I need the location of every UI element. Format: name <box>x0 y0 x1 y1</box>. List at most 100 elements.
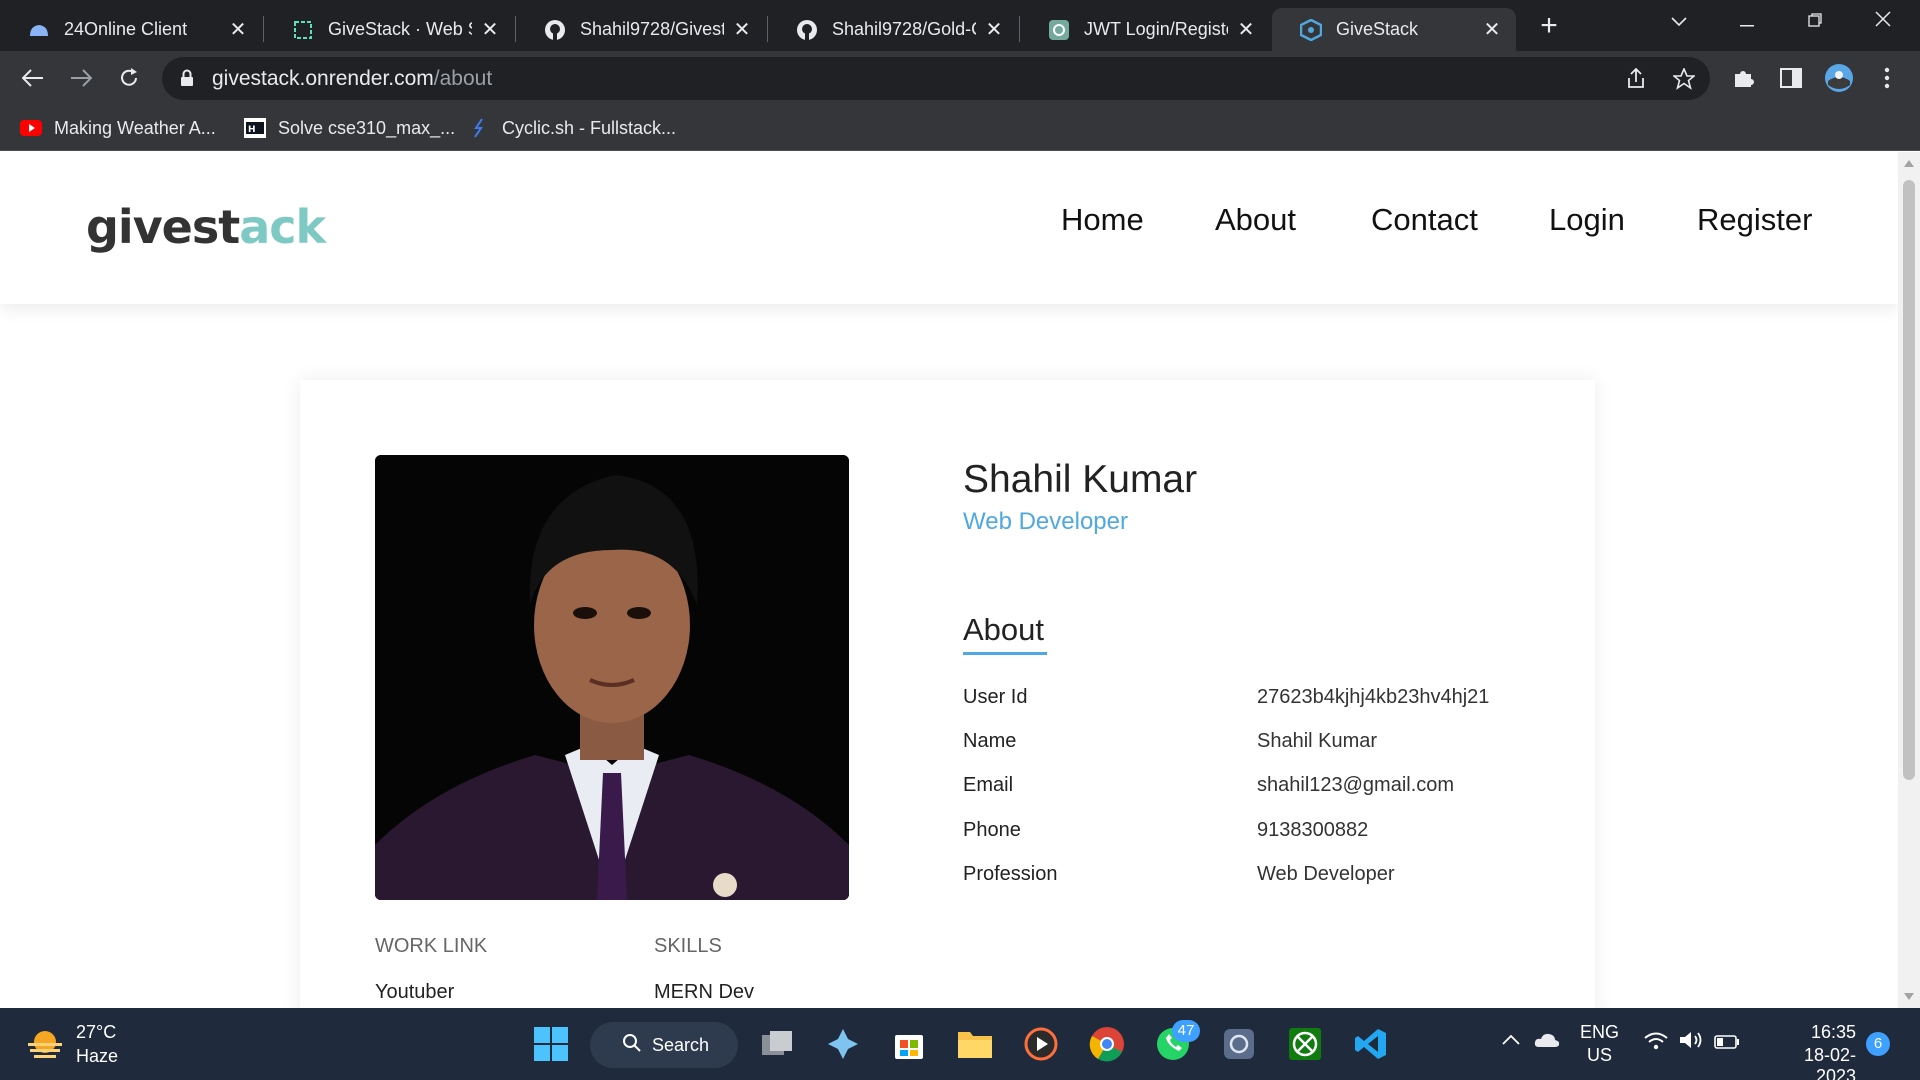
bookmarks-bar: Making Weather A... H Solve cse310_max_.… <box>0 105 1920 151</box>
close-tab-icon[interactable]: ✕ <box>480 20 500 40</box>
skills-heading: SKILLS <box>654 935 722 957</box>
vpn-app-icon[interactable] <box>1217 1022 1261 1066</box>
page-scrollbar[interactable] <box>1898 152 1920 1008</box>
restore-icon[interactable] <box>1800 6 1830 36</box>
bookmark-star-icon[interactable] <box>1672 67 1696 91</box>
profile-photo <box>375 455 849 900</box>
github-icon <box>544 19 566 41</box>
scroll-up-icon[interactable] <box>1904 160 1914 167</box>
site-header: givestack Home About Contact Login Regis… <box>0 152 1898 304</box>
tab-jwt-login[interactable]: JWT Login/Register ✕ <box>1020 8 1270 51</box>
extensions-puzzle-icon[interactable] <box>1728 63 1758 93</box>
media-player-icon[interactable] <box>1019 1022 1063 1066</box>
detail-label-phone: Phone <box>963 819 1021 841</box>
tab-givestack-active[interactable]: GiveStack ✕ <box>1272 8 1516 51</box>
forward-arrow-icon[interactable] <box>66 63 96 93</box>
detail-label-profession: Profession <box>963 863 1058 885</box>
svg-text:H: H <box>248 125 256 135</box>
about-heading: About <box>963 612 1045 647</box>
close-tab-icon[interactable]: ✕ <box>1236 20 1256 40</box>
microsoft-store-icon[interactable] <box>887 1022 931 1066</box>
whatsapp-unread-badge: 47 <box>1172 1020 1200 1042</box>
detail-value-phone: 9138300882 <box>1257 819 1369 841</box>
scrollbar-thumb[interactable] <box>1903 180 1915 780</box>
nav-register[interactable]: Register <box>1697 202 1812 238</box>
tab-givestack-render[interactable]: GiveStack · Web Se ✕ <box>264 8 514 51</box>
tray-overflow-chevron-icon[interactable] <box>1502 1030 1520 1051</box>
clock[interactable]: 16:35 18-02-2023 <box>1764 1022 1856 1080</box>
share-icon[interactable] <box>1624 67 1648 91</box>
nav-home[interactable]: Home <box>1061 202 1144 238</box>
search-icon <box>622 1033 642 1058</box>
widgets-icon[interactable] <box>821 1022 865 1066</box>
profile-role: Web Developer <box>963 508 1128 535</box>
side-panel-icon[interactable] <box>1776 63 1806 93</box>
work-link-heading: WORK LINK <box>375 935 488 957</box>
bookmark-cyclic[interactable]: Cyclic.sh - Fullstack... <box>468 113 676 143</box>
detail-label-name: Name <box>963 730 1017 752</box>
bookmark-cse310[interactable]: H Solve cse310_max_... <box>244 113 455 143</box>
profile-card: Shahil Kumar Web Developer About User Id… <box>300 380 1595 1008</box>
close-window-icon[interactable] <box>1868 6 1898 36</box>
nav-contact[interactable]: Contact <box>1371 202 1478 238</box>
bookmark-weather[interactable]: Making Weather A... <box>20 113 216 143</box>
browser-tab-strip: 24Online Client ✕ GiveStack · Web Se ✕ S… <box>0 0 1920 51</box>
onedrive-cloud-icon[interactable] <box>1534 1032 1560 1053</box>
youtube-icon <box>20 117 42 139</box>
file-explorer-icon[interactable] <box>953 1022 997 1066</box>
browser-toolbar: givestack.onrender.com/about <box>0 51 1920 105</box>
nav-about[interactable]: About <box>1215 202 1296 238</box>
reload-icon[interactable] <box>114 63 144 93</box>
lock-icon[interactable] <box>180 69 194 92</box>
close-tab-icon[interactable]: ✕ <box>228 20 248 40</box>
url-text: givestack.onrender.com/about <box>212 67 493 90</box>
detail-value-userid: 27623b4kjhj4kb23hv4hj21 <box>1257 686 1490 708</box>
hackerrank-icon: H <box>244 117 266 139</box>
profile-name: Shahil Kumar <box>963 458 1198 501</box>
language-indicator[interactable]: ENG US <box>1580 1022 1619 1066</box>
xbox-icon[interactable] <box>1283 1022 1327 1066</box>
skills-item: MERN Dev <box>654 981 755 1003</box>
chrome-icon[interactable] <box>1085 1022 1129 1066</box>
windows-start-icon[interactable] <box>529 1022 573 1066</box>
task-view-icon[interactable] <box>755 1022 799 1066</box>
givestack-logo[interactable]: givestack <box>86 200 326 254</box>
givestack-icon <box>1300 18 1322 41</box>
volume-icon[interactable] <box>1678 1030 1704 1055</box>
nav-login[interactable]: Login <box>1549 202 1625 238</box>
address-bar[interactable]: givestack.onrender.com/about <box>162 57 1710 100</box>
github-icon <box>796 19 818 41</box>
battery-icon[interactable] <box>1714 1033 1740 1054</box>
close-tab-icon[interactable]: ✕ <box>984 20 1004 40</box>
render-icon <box>292 19 314 41</box>
vscode-icon[interactable] <box>1349 1022 1393 1066</box>
new-tab-button[interactable]: + <box>1534 11 1564 42</box>
weather-haze-icon[interactable] <box>26 1028 64 1060</box>
minimize-icon[interactable] <box>1732 6 1762 36</box>
windows-taskbar: 27°C Haze Search 47 ENG US 16:35 18-02-2… <box>0 1008 1920 1080</box>
tab-search-chevron-icon[interactable] <box>1664 6 1694 36</box>
detail-value-email: shahil123@gmail.com <box>1257 774 1455 796</box>
notification-count-badge[interactable]: 6 <box>1866 1032 1890 1056</box>
taskbar-search-button[interactable]: Search <box>590 1022 738 1068</box>
tab-24online[interactable]: 24Online Client ✕ <box>0 8 262 51</box>
page-viewport: givestack Home About Contact Login Regis… <box>0 152 1898 1008</box>
work-link-item[interactable]: Youtuber <box>375 981 454 1004</box>
detail-label-email: Email <box>963 774 1014 796</box>
close-tab-icon[interactable]: ✕ <box>732 20 752 40</box>
scroll-down-icon[interactable] <box>1904 993 1914 1000</box>
tab-github-givestack[interactable]: Shahil9728/Givesta ✕ <box>516 8 766 51</box>
weather-description: Haze <box>76 1046 119 1066</box>
wifi-icon[interactable] <box>1644 1032 1668 1055</box>
detail-value-profession: Web Developer <box>1257 863 1395 885</box>
about-underline <box>963 652 1047 655</box>
openai-icon <box>1048 19 1070 41</box>
tab-github-gold[interactable]: Shahil9728/Gold-G ✕ <box>768 8 1018 51</box>
profile-avatar-icon[interactable] <box>1824 63 1854 93</box>
back-arrow-icon[interactable] <box>18 63 48 93</box>
detail-label-userid: User Id <box>963 686 1028 708</box>
menu-kebab-icon[interactable] <box>1872 63 1902 93</box>
detail-value-name: Shahil Kumar <box>1257 730 1378 752</box>
close-tab-icon[interactable]: ✕ <box>1482 20 1502 40</box>
cyclic-icon <box>468 117 490 139</box>
